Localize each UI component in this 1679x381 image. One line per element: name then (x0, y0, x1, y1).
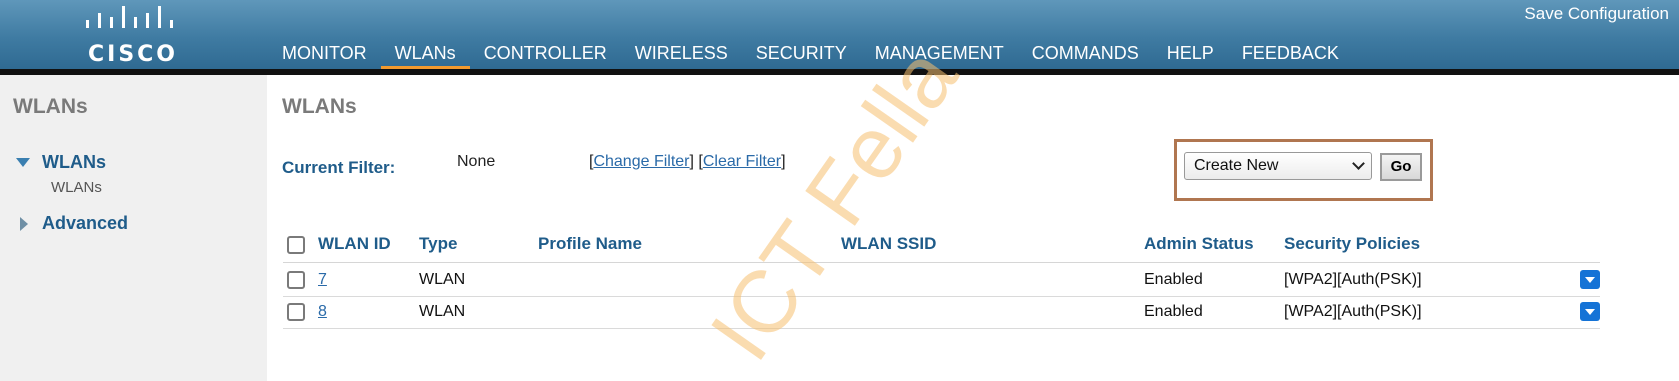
column-header-profile-name[interactable]: Profile Name (538, 234, 642, 262)
sidebar-subitem-wlans[interactable]: WLANs (51, 179, 102, 196)
nav-management[interactable]: MANAGEMENT (861, 39, 1018, 69)
sidebar-item-wlans[interactable]: WLANs (16, 152, 106, 173)
go-button[interactable]: Go (1380, 153, 1422, 181)
wlan-id-link[interactable]: 7 (318, 271, 327, 289)
column-header-security-policies[interactable]: Security Policies (1284, 234, 1420, 262)
cisco-logo: CISCO (78, 6, 188, 67)
clear-filter-link[interactable]: Clear Filter (703, 153, 781, 170)
chevron-down-icon (1352, 157, 1365, 170)
page-title: WLANs (282, 95, 357, 118)
sidebar-title: WLANs (13, 95, 88, 118)
wlan-type: WLAN (419, 303, 466, 320)
row-checkbox[interactable] (287, 303, 305, 321)
nav-help[interactable]: HELP (1153, 39, 1228, 69)
column-header-wlan-id[interactable]: WLAN ID (318, 234, 391, 262)
column-header-admin-status[interactable]: Admin Status (1144, 234, 1254, 262)
nav-monitor[interactable]: MONITOR (268, 39, 381, 69)
nav-security[interactable]: SECURITY (742, 39, 861, 69)
cisco-bars-icon (86, 6, 173, 28)
sidebar: WLANs WLANs WLANs Advanced (0, 75, 267, 381)
sidebar-item-advanced-label: Advanced (42, 213, 129, 233)
current-filter-value: None (457, 153, 496, 170)
create-new-highlight-box: Create New Go (1174, 139, 1433, 201)
select-all-checkbox[interactable] (287, 236, 305, 254)
sidebar-item-wlans-label: WLANs (42, 152, 106, 172)
main-nav: MONITOR WLANs CONTROLLER WIRELESS SECURI… (268, 39, 1353, 71)
admin-status: Enabled (1144, 271, 1203, 288)
row-divider (283, 296, 1600, 297)
wlan-id-link[interactable]: 8 (318, 303, 327, 321)
change-filter-link[interactable]: Change Filter (593, 153, 689, 170)
bracket-close: ] (781, 153, 786, 170)
nav-wlans[interactable]: WLANs (380, 39, 470, 71)
create-new-select-value: Create New (1194, 157, 1279, 174)
column-header-type[interactable]: Type (419, 234, 457, 262)
save-configuration-link[interactable]: Save Configuration (1524, 4, 1669, 24)
top-banner: CISCO Save Configuration MONITOR WLANs C… (0, 0, 1679, 71)
row-divider (283, 328, 1600, 329)
admin-status: Enabled (1144, 303, 1203, 320)
row-actions-dropdown-icon[interactable] (1580, 270, 1600, 289)
row-checkbox[interactable] (287, 271, 305, 289)
security-policies: [WPA2][Auth(PSK)] (1284, 271, 1422, 288)
nav-wireless[interactable]: WIRELESS (621, 39, 742, 69)
logo-text: CISCO (87, 42, 179, 67)
expand-right-icon (20, 216, 28, 231)
current-filter-label: Current Filter: (282, 158, 396, 177)
expand-down-icon (16, 158, 30, 167)
nav-commands[interactable]: COMMANDS (1018, 39, 1153, 69)
filter-links: [Change Filter] [Clear Filter] (589, 153, 786, 171)
create-new-select[interactable]: Create New (1184, 152, 1372, 180)
row-actions-dropdown-icon[interactable] (1580, 302, 1600, 321)
sidebar-item-advanced[interactable]: Advanced (20, 213, 128, 234)
nav-feedback[interactable]: FEEDBACK (1228, 39, 1353, 69)
wlan-type: WLAN (419, 271, 466, 288)
security-policies: [WPA2][Auth(PSK)] (1284, 303, 1422, 320)
column-header-wlan-ssid[interactable]: WLAN SSID (841, 234, 936, 262)
bracket-mid: ] [ (689, 153, 703, 170)
header-underline (283, 262, 1600, 263)
watermark: ICT Fella (690, 29, 976, 378)
nav-controller[interactable]: CONTROLLER (470, 39, 621, 69)
